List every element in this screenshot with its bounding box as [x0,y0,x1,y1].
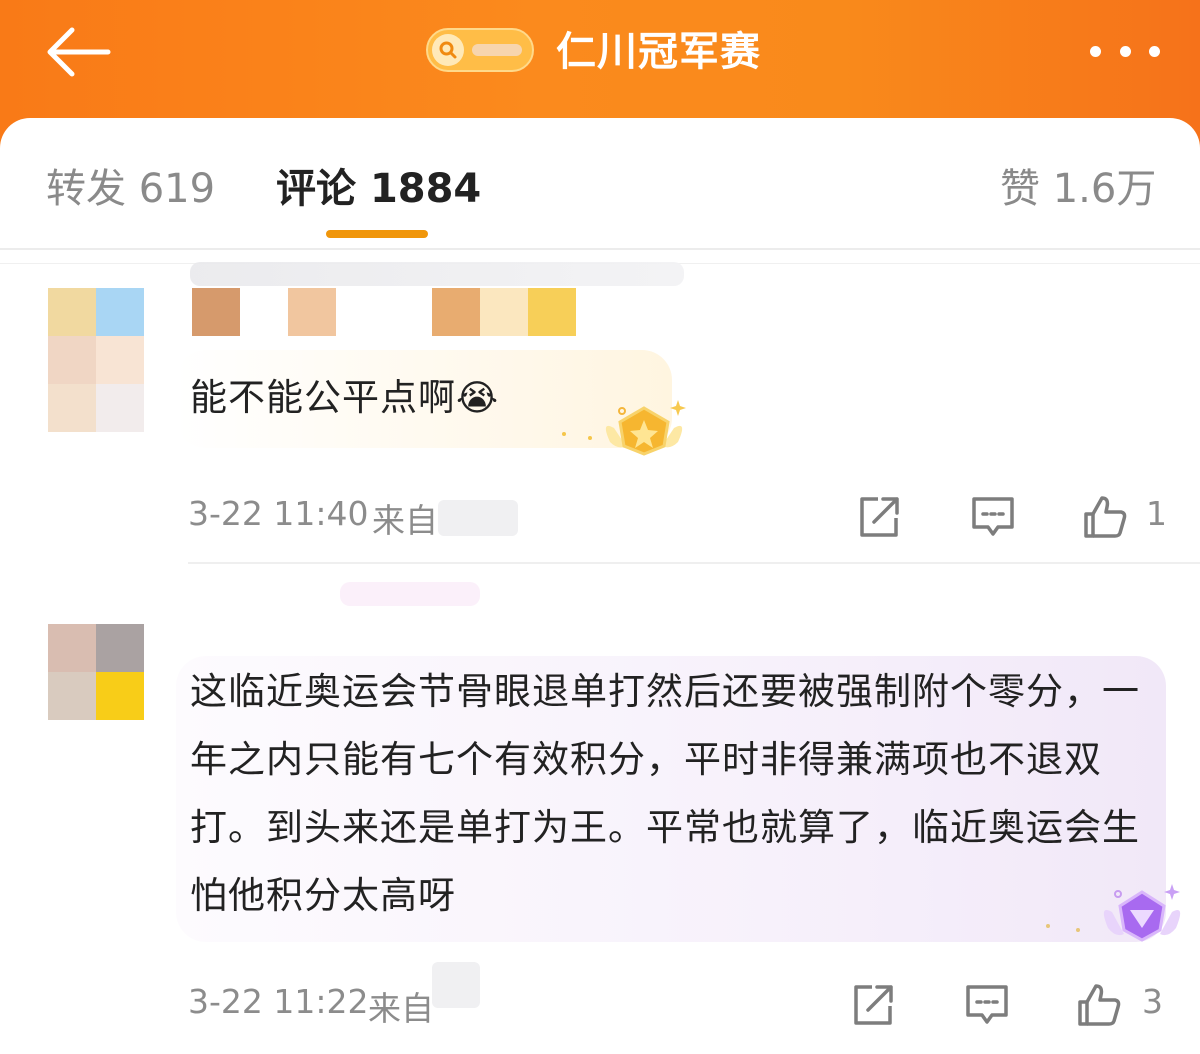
comment-icon[interactable] [970,494,1016,540]
repost-icon[interactable] [850,982,896,1028]
avatar[interactable] [48,624,144,720]
comment-text-body: 能不能公平点啊 [190,376,456,419]
like-count: 1 [1146,494,1167,533]
comment-text: 能不能公平点啊😭 [190,364,570,433]
tab-reposts-label: 转发 [46,166,126,212]
comment-meta: 3-22 11:22 来自 3 [0,962,1200,1032]
tab-likes-label: 赞 [1000,166,1040,212]
blurred-source [432,962,480,1008]
blurred-source [438,500,518,536]
tab-comments[interactable]: 评论 1884 [276,156,481,214]
comment-divider [188,562,1200,564]
gold-star-medal-icon [562,400,686,456]
arrow-left-icon [47,27,111,77]
source-label: 来自 [372,501,438,540]
topic-title: 仁川冠军赛 [556,29,761,75]
comment-timestamp: 3-22 11:22 [188,982,369,1021]
blurred-search-text [472,44,522,56]
crying-emoji-icon: 😭 [456,378,500,419]
source-label: 来自 [368,989,434,1028]
like-count: 3 [1142,982,1163,1021]
comment-meta: 3-22 11:40 来自 1 [0,494,1200,544]
back-button[interactable] [40,20,116,84]
comment-text: 这临近奥运会节骨眼退单打然后还要被强制附个零分，一年之内只能有七个有效积分，平时… [190,670,1140,917]
avatar[interactable] [48,288,144,434]
like-thumb-icon[interactable] [1082,494,1128,540]
search-icon [432,34,464,66]
tab-comments-label: 评论 [276,166,356,212]
blurred-username [190,262,684,286]
tab-likes-count: 1.6万 [1052,166,1157,212]
tab-likes[interactable]: 赞 1.6万 [1000,156,1156,214]
tab-reposts-count: 619 [138,166,216,212]
tab-bar: 转发 619 评论 1884 赞 1.6万 [0,118,1200,250]
repost-icon[interactable] [856,494,902,540]
tab-comments-count: 1884 [369,166,482,212]
purple-diamond-medal-icon [1046,884,1181,942]
comment-timestamp: 3-22 11:40 [188,494,369,533]
comment-icon[interactable] [964,982,1010,1028]
like-thumb-icon[interactable] [1076,982,1122,1028]
user-badges [192,288,582,336]
more-dots-icon [1090,46,1101,57]
blurred-username [340,582,480,606]
topic-search-pill[interactable] [426,28,534,72]
active-tab-indicator [326,230,428,238]
tab-reposts[interactable]: 转发 619 [46,156,215,214]
more-button[interactable] [1088,38,1162,66]
